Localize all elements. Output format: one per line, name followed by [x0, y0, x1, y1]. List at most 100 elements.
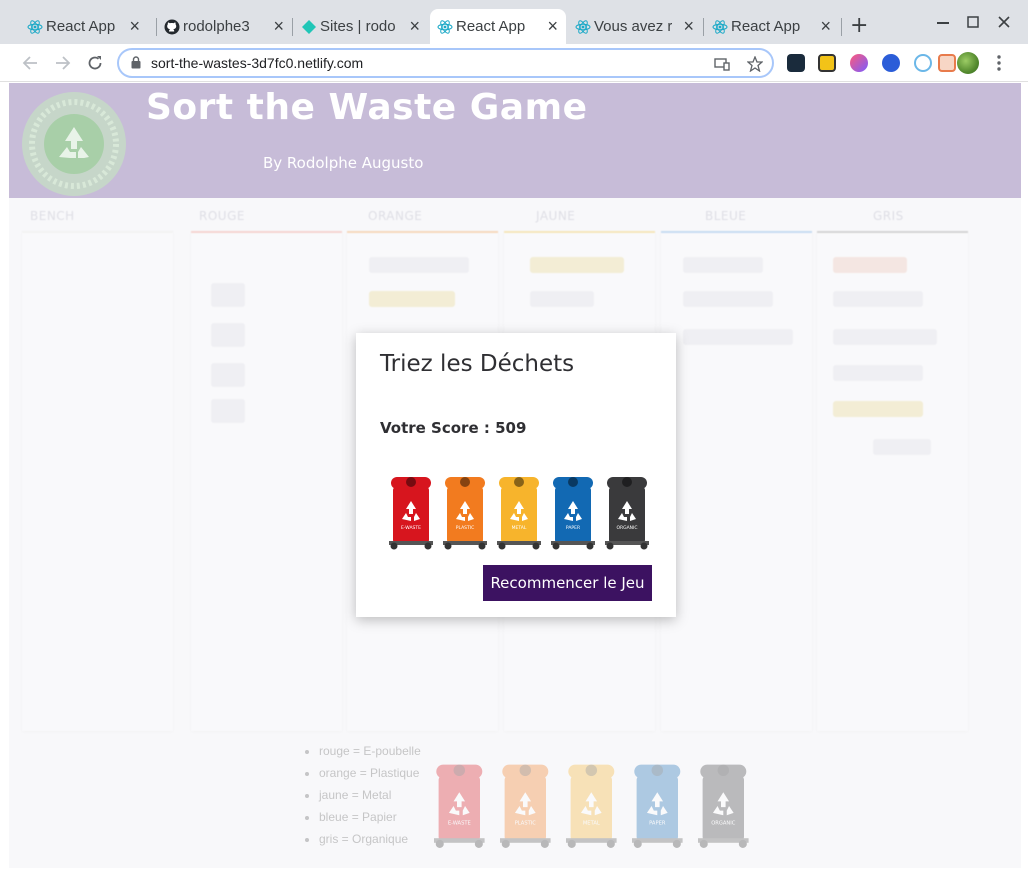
legend-item: bleue = Papier [319, 809, 421, 831]
react-icon [437, 20, 453, 34]
bin-label: METAL [512, 525, 527, 531]
browser-tab-active[interactable]: React App × [430, 9, 566, 44]
browser-tab[interactable]: Sites | rodo × [294, 9, 428, 44]
close-icon[interactable]: × [547, 16, 558, 36]
bin-label: METAL [583, 820, 600, 826]
extension-icon[interactable] [882, 54, 900, 72]
extension-icon[interactable] [914, 54, 932, 72]
profile-avatar[interactable] [957, 52, 979, 74]
modal-title: Triez les Déchets [380, 351, 575, 377]
column-gris[interactable] [817, 231, 968, 731]
column-title-jaune: JAUNE [536, 209, 576, 223]
page-title: Sort the Waste Game [146, 87, 588, 128]
recycle-bin-e-waste: E-WASTE [389, 477, 433, 550]
extension-icon[interactable] [938, 54, 956, 72]
tab-label: React App [731, 18, 801, 35]
recycle-logo-icon [22, 92, 126, 196]
author-byline: By Rodolphe Augusto [263, 154, 424, 172]
waste-item[interactable] [873, 439, 931, 455]
color-legend: rouge = E-poubelle orange = Plastique ja… [305, 743, 421, 853]
back-arrow-icon[interactable] [22, 55, 38, 71]
browser-tab-bar: React App × rodolphe3 × Sites | rodo × R… [0, 0, 1028, 44]
column-bench[interactable] [22, 231, 173, 731]
forward-arrow-icon[interactable] [55, 55, 71, 71]
waste-item[interactable] [211, 399, 245, 423]
react-icon [575, 20, 591, 34]
minimize-icon[interactable] [937, 22, 949, 24]
reload-icon[interactable] [87, 55, 103, 71]
waste-item[interactable] [369, 291, 455, 307]
github-icon [164, 19, 180, 35]
netlify-icon [302, 20, 316, 34]
browser-tab[interactable]: React App × [705, 9, 839, 44]
waste-item[interactable] [530, 291, 594, 307]
column-title-orange: ORANGE [368, 209, 423, 223]
recycle-bin-paper: PAPER [632, 764, 683, 848]
tab-separator [292, 18, 293, 36]
close-icon[interactable]: × [820, 16, 831, 36]
tab-separator [841, 18, 842, 36]
url-text[interactable]: sort-the-wastes-3d7fc0.netlify.com [151, 55, 363, 71]
recycle-bin-metal: METAL [566, 764, 617, 848]
bin-label: E-WASTE [448, 820, 471, 826]
browser-tab[interactable]: Vous avez r × [568, 9, 702, 44]
close-icon[interactable]: × [409, 16, 420, 36]
waste-item[interactable] [683, 329, 793, 345]
bins-illustration: E-WASTE PLASTIC METAL PAPER ORGANIC [389, 477, 649, 550]
address-bar[interactable]: sort-the-wastes-3d7fc0.netlify.com [117, 48, 774, 78]
waste-item[interactable] [211, 323, 245, 347]
new-tab-button[interactable]: + [850, 14, 868, 38]
bin-label: PLASTIC [515, 820, 537, 826]
window-close-icon[interactable] [998, 16, 1010, 28]
waste-item[interactable] [683, 291, 773, 307]
close-icon[interactable]: × [683, 16, 694, 36]
waste-item[interactable] [683, 257, 763, 273]
close-icon[interactable]: × [273, 16, 284, 36]
game-over-modal: Triez les Déchets Votre Score : 509 E-WA… [356, 333, 676, 617]
bin-label: E-WASTE [401, 525, 421, 531]
column-title-rouge: ROUGE [199, 209, 245, 223]
recycle-bin-plastic: PLASTIC [500, 764, 551, 848]
tab-label: rodolphe3 [183, 18, 250, 35]
browser-tab[interactable]: rodolphe3 × [157, 9, 292, 44]
waste-item[interactable] [211, 283, 245, 307]
tab-separator [703, 18, 704, 36]
app-header: Sort the Waste Game By Rodolphe Augusto [9, 83, 1021, 198]
maximize-icon[interactable] [967, 16, 979, 28]
waste-item[interactable] [833, 365, 923, 381]
star-icon[interactable] [747, 56, 763, 72]
tab-label: Vous avez r [594, 18, 673, 35]
menu-dots-icon[interactable] [997, 55, 1001, 71]
legend-item: orange = Plastique [319, 765, 421, 787]
waste-item[interactable] [530, 257, 624, 273]
recycle-bin-e-waste: E-WASTE [434, 764, 485, 848]
waste-item[interactable] [211, 363, 245, 387]
close-icon[interactable]: × [129, 16, 140, 36]
waste-item[interactable] [833, 257, 907, 273]
bin-label: PAPER [649, 820, 666, 826]
bin-label: ORGANIC [616, 525, 637, 531]
legend-item: rouge = E-poubelle [319, 743, 421, 765]
waste-item[interactable] [833, 329, 937, 345]
extension-icon[interactable] [818, 54, 836, 72]
waste-item[interactable] [833, 291, 923, 307]
browser-tab[interactable]: React App × [20, 9, 148, 44]
waste-item[interactable] [369, 257, 469, 273]
bin-label: PLASTIC [456, 525, 474, 531]
cast-icon[interactable] [714, 58, 730, 71]
recycle-bin-organic: ORGANIC [698, 764, 749, 848]
recycle-bin-plastic: PLASTIC [443, 477, 487, 550]
tab-label: React App [456, 18, 526, 35]
column-rouge[interactable] [191, 231, 342, 731]
column-title-bleue: BLEUE [705, 209, 747, 223]
extension-icon[interactable] [850, 54, 868, 72]
column-bleue[interactable] [661, 231, 812, 731]
legend-item: jaune = Metal [319, 787, 421, 809]
waste-item[interactable] [833, 401, 923, 417]
restart-game-button[interactable]: Recommencer le Jeu [483, 565, 652, 601]
recycle-bin-metal: METAL [497, 477, 541, 550]
react-icon [27, 20, 43, 34]
react-devtools-extension-icon[interactable] [787, 54, 805, 72]
react-icon [712, 20, 728, 34]
browser-toolbar: sort-the-wastes-3d7fc0.netlify.com [0, 44, 1028, 82]
